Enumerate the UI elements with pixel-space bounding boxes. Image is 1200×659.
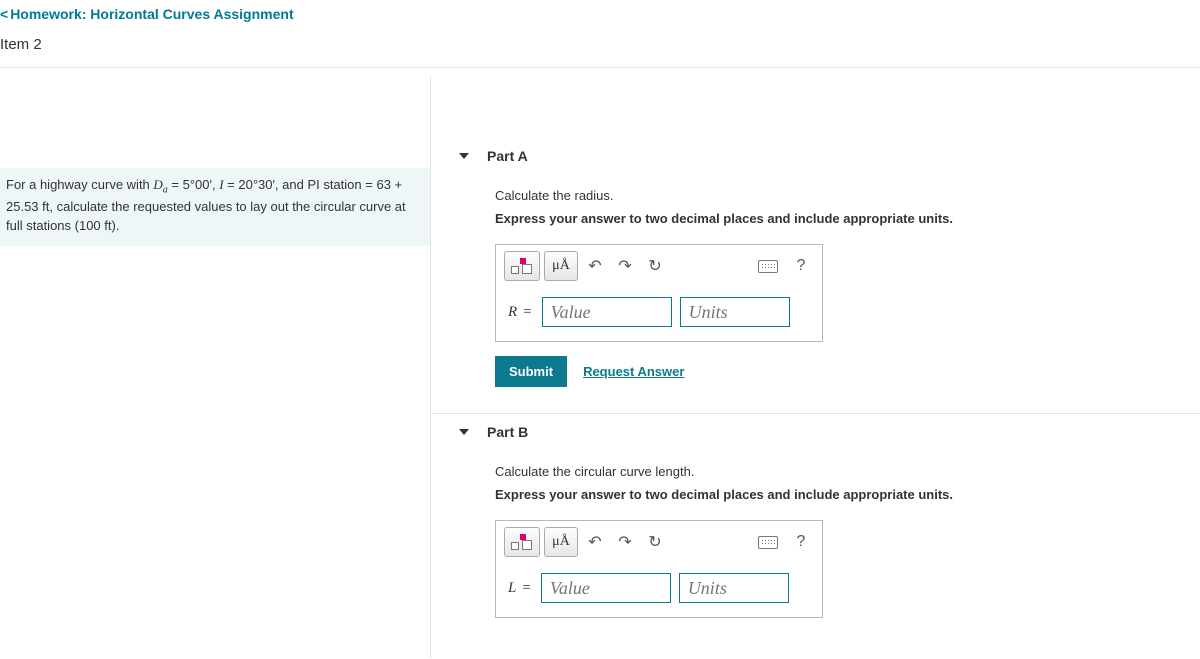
part-a-instruction: Calculate the radius. [495, 188, 1200, 203]
help-button[interactable]: ? [788, 527, 814, 557]
reset-button[interactable]: ↻ [642, 251, 668, 281]
var-label-R: R [508, 304, 517, 321]
problem-text: For a highway curve with [6, 177, 153, 192]
redo-button[interactable]: ↷ [612, 527, 638, 557]
back-link-text: Homework: Horizontal Curves Assignment [10, 6, 293, 22]
reset-button[interactable]: ↻ [642, 527, 668, 557]
problem-statement: For a highway curve with Da = 5°00′, I =… [0, 168, 430, 246]
help-button[interactable]: ? [788, 251, 814, 281]
answer-panel-a: μÅ ↶ ↷ ↻ ? [495, 244, 823, 342]
keyboard-button[interactable] [752, 251, 784, 281]
part-b-header[interactable]: Part B [431, 414, 1200, 450]
units-input-b[interactable] [679, 573, 789, 603]
equals-sign: = [523, 304, 531, 321]
chevron-left-icon: < [0, 6, 8, 22]
templates-button[interactable] [504, 527, 540, 557]
part-a-format: Express your answer to two decimal place… [495, 211, 1200, 226]
answer-panel-b: μÅ ↶ ↷ ↻ ? [495, 520, 823, 618]
value-input-b[interactable] [541, 573, 671, 603]
part-a-header[interactable]: Part A [431, 138, 1200, 174]
redo-icon: ↷ [618, 532, 631, 552]
keyboard-button[interactable] [752, 527, 784, 557]
redo-icon: ↷ [618, 256, 631, 276]
value-Da: 5°00′ [183, 177, 212, 192]
undo-icon: ↶ [588, 532, 601, 552]
part-b-instruction: Calculate the circular curve length. [495, 464, 1200, 479]
part-b-title: Part B [487, 424, 528, 440]
keyboard-icon [758, 260, 778, 273]
submit-button-a[interactable]: Submit [495, 356, 567, 387]
help-icon: ? [797, 257, 806, 275]
reset-icon: ↻ [648, 256, 661, 276]
part-a-title: Part A [487, 148, 528, 164]
equals-sign: = [522, 580, 530, 597]
item-title: Item 2 [0, 26, 1200, 67]
undo-icon: ↶ [588, 256, 601, 276]
value-I: 20°30′ [238, 177, 275, 192]
units-input-a[interactable] [680, 297, 790, 327]
toolbar-b: μÅ ↶ ↷ ↻ ? [496, 521, 822, 563]
redo-button[interactable]: ↷ [612, 251, 638, 281]
keyboard-icon [758, 536, 778, 549]
help-icon: ? [797, 533, 806, 551]
special-chars-button[interactable]: μÅ [544, 527, 578, 557]
undo-button[interactable]: ↶ [582, 251, 608, 281]
special-chars-button[interactable]: μÅ [544, 251, 578, 281]
var-label-L: L [508, 580, 516, 597]
mu-a-icon: μÅ [552, 534, 570, 550]
part-b-format: Express your answer to two decimal place… [495, 487, 1200, 502]
caret-down-icon [459, 429, 469, 435]
value-input-a[interactable] [542, 297, 672, 327]
back-link[interactable]: <Homework: Horizontal Curves Assignment [0, 0, 1200, 26]
templates-icon [511, 256, 533, 276]
undo-button[interactable]: ↶ [582, 527, 608, 557]
templates-button[interactable] [504, 251, 540, 281]
toolbar-a: μÅ ↶ ↷ ↻ ? [496, 245, 822, 287]
caret-down-icon [459, 153, 469, 159]
request-answer-link-a[interactable]: Request Answer [583, 364, 684, 379]
symbol-Da: Da [153, 177, 167, 192]
templates-icon [511, 532, 533, 552]
reset-icon: ↻ [648, 532, 661, 552]
mu-a-icon: μÅ [552, 258, 570, 274]
